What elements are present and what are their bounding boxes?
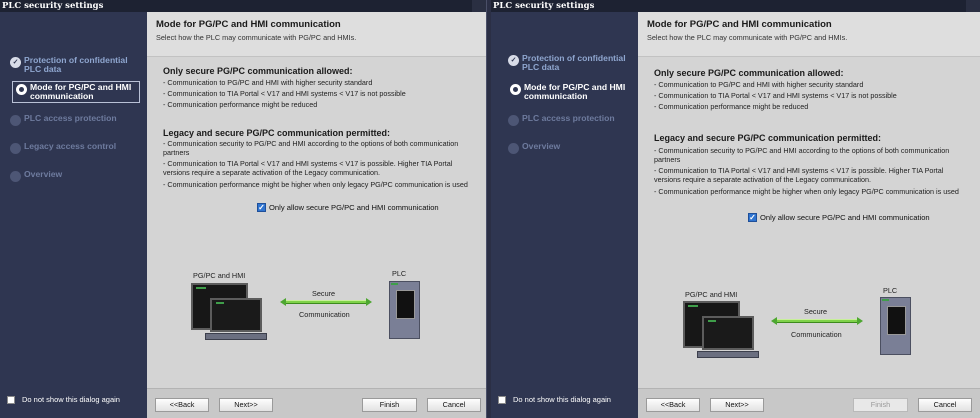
cancel-button[interactable]: Cancel <box>918 398 972 412</box>
active-step-icon <box>16 84 27 95</box>
back-button[interactable]: <<Back <box>155 398 209 412</box>
nav-item-label: PLC access protection <box>522 113 615 123</box>
nav-item-protection-confidential-data[interactable]: ✓ Protection of confidential PLC data <box>508 54 638 76</box>
page-subtitle: Select how the PLC may communicate with … <box>647 33 848 42</box>
legacy-line: - Communication to TIA Portal < V17 and … <box>654 166 944 184</box>
wizard-sidebar: ✓ Protection of confidential PLC data Mo… <box>491 12 638 418</box>
nav-item-label: Protection of confidential PLC data <box>522 53 626 72</box>
finish-button[interactable]: Finish <box>362 398 417 412</box>
legacy-line: - Communication performance might be hig… <box>654 187 959 196</box>
secure-only-option[interactable]: ✓ Only allow secure PG/PC and HMI commun… <box>257 203 439 212</box>
content-panel: Only secure PG/PC communication allowed:… <box>638 57 980 388</box>
finish-button[interactable]: Finish <box>853 398 908 412</box>
legacy-section-title: Legacy and secure PG/PC communication pe… <box>163 128 391 138</box>
secure-line: - Communication to PG/PC and HMI with hi… <box>654 80 864 89</box>
secure-only-label: Only allow secure PG/PC and HMI communic… <box>269 203 439 212</box>
arrow-label-top: Secure <box>312 289 336 298</box>
dont-show-again-label: Do not show this dialog again <box>22 395 120 404</box>
laptop-base-icon <box>205 333 267 340</box>
button-bar: <<Back Next>> Finish Cancel <box>638 388 980 418</box>
page-title: Mode for PG/PC and HMI communication <box>647 19 832 30</box>
page-header: Mode for PG/PC and HMI communication Sel… <box>638 12 980 57</box>
arrow-label-top: Secure <box>804 307 828 316</box>
plc-label: PLC <box>392 269 407 278</box>
pgpc-hmi-label: PG/PC and HMI <box>193 271 246 280</box>
secure-line: - Communication performance might be red… <box>163 100 318 109</box>
dialog-window-right: PLC security settings ✓ Protection of co… <box>491 0 980 418</box>
pending-step-icon <box>508 143 519 154</box>
plc-device-icon <box>389 281 420 339</box>
secure-only-option[interactable]: ✓ Only allow secure PG/PC and HMI commun… <box>748 213 930 222</box>
back-button[interactable]: <<Back <box>646 398 700 412</box>
dont-show-again-checkbox[interactable]: Do not show this dialog again <box>7 395 120 404</box>
nav-item-plc-access-protection[interactable]: PLC access protection <box>10 114 140 136</box>
titlebar-control[interactable] <box>472 0 486 12</box>
nav-item-protection-confidential-data[interactable]: ✓ Protection of confidential PLC data <box>10 56 140 78</box>
next-button[interactable]: Next>> <box>219 398 273 412</box>
plc-label: PLC <box>883 286 898 295</box>
arrow-label-bottom: Communication <box>299 310 350 319</box>
nav-item-label: Overview <box>24 169 63 179</box>
arrow-label-bottom: Communication <box>791 330 842 339</box>
titlebar-control[interactable] <box>966 0 980 12</box>
checkbox-checked-icon[interactable]: ✓ <box>748 213 757 222</box>
check-icon: ✓ <box>10 57 21 68</box>
legacy-line: - Communication security to PG/PC and HM… <box>163 139 459 157</box>
page-title: Mode for PG/PC and HMI communication <box>156 19 341 30</box>
dont-show-again-checkbox[interactable]: Do not show this dialog again <box>498 395 611 404</box>
pending-step-icon <box>10 171 21 182</box>
communication-arrow-icon <box>771 317 863 325</box>
legacy-section-title: Legacy and secure PG/PC communication pe… <box>654 133 882 143</box>
legacy-line: - Communication security to PG/PC and HM… <box>654 146 950 164</box>
nav-item-label: Mode for PG/PC and HMI communication <box>30 82 132 101</box>
button-bar: <<Back Next>> Finish Cancel <box>147 388 486 418</box>
nav-item-legacy-access-control[interactable]: Legacy access control <box>10 142 140 164</box>
content-panel: Only secure PG/PC communication allowed:… <box>147 57 486 388</box>
nav-item-label: Mode for PG/PC and HMI communication <box>524 82 626 101</box>
page-subtitle: Select how the PLC may communicate with … <box>156 33 357 42</box>
checkbox-checked-icon[interactable]: ✓ <box>257 203 266 212</box>
secure-only-label: Only allow secure PG/PC and HMI communic… <box>760 213 930 222</box>
pending-step-icon <box>508 115 519 126</box>
pending-step-icon <box>10 115 21 126</box>
dialog-window-left: PLC security settings ✓ Protection of co… <box>0 0 487 418</box>
secure-line: - Communication to TIA Portal < V17 and … <box>163 89 406 98</box>
secure-line: - Communication to TIA Portal < V17 and … <box>654 91 897 100</box>
laptop-icon <box>210 298 262 332</box>
secure-line: - Communication to PG/PC and HMI with hi… <box>163 78 373 87</box>
dont-show-again-label: Do not show this dialog again <box>513 395 611 404</box>
pgpc-hmi-label: PG/PC and HMI <box>685 290 738 299</box>
pending-step-icon <box>10 143 21 154</box>
nav-item-overview[interactable]: Overview <box>508 142 638 164</box>
page-header: Mode for PG/PC and HMI communication Sel… <box>147 12 486 57</box>
active-step-icon <box>510 84 521 95</box>
plc-device-icon <box>880 297 911 355</box>
check-icon: ✓ <box>508 55 519 66</box>
legacy-line: - Communication performance might be hig… <box>163 180 468 189</box>
secure-line: - Communication performance might be red… <box>654 102 809 111</box>
laptop-icon <box>702 316 754 350</box>
window-title-text: PLC security settings <box>493 1 595 11</box>
communication-arrow-icon <box>280 298 372 306</box>
nav-item-label: Legacy access control <box>24 141 117 151</box>
laptop-base-icon <box>697 351 759 358</box>
window-title: PLC security settings <box>491 0 980 12</box>
nav-item-mode-pgpc-hmi[interactable]: Mode for PG/PC and HMI communication <box>506 81 634 103</box>
nav-item-plc-access-protection[interactable]: PLC access protection <box>508 114 638 136</box>
cancel-button[interactable]: Cancel <box>427 398 481 412</box>
window-title: PLC security settings <box>0 0 486 12</box>
nav-item-mode-pgpc-hmi[interactable]: Mode for PG/PC and HMI communication <box>12 81 140 103</box>
nav-item-label: Overview <box>522 141 561 151</box>
nav-item-label: Protection of confidential PLC data <box>24 55 128 74</box>
secure-section-title: Only secure PG/PC communication allowed: <box>163 66 353 76</box>
checkbox-box[interactable] <box>7 395 15 404</box>
legacy-line: - Communication to TIA Portal < V17 and … <box>163 159 453 177</box>
nav-item-label: PLC access protection <box>24 113 117 123</box>
next-button[interactable]: Next>> <box>710 398 764 412</box>
wizard-sidebar: ✓ Protection of confidential PLC data Mo… <box>0 12 147 418</box>
secure-section-title: Only secure PG/PC communication allowed: <box>654 68 844 78</box>
checkbox-box[interactable] <box>498 395 506 404</box>
window-title-text: PLC security settings <box>2 1 104 11</box>
nav-item-overview[interactable]: Overview <box>10 170 140 192</box>
